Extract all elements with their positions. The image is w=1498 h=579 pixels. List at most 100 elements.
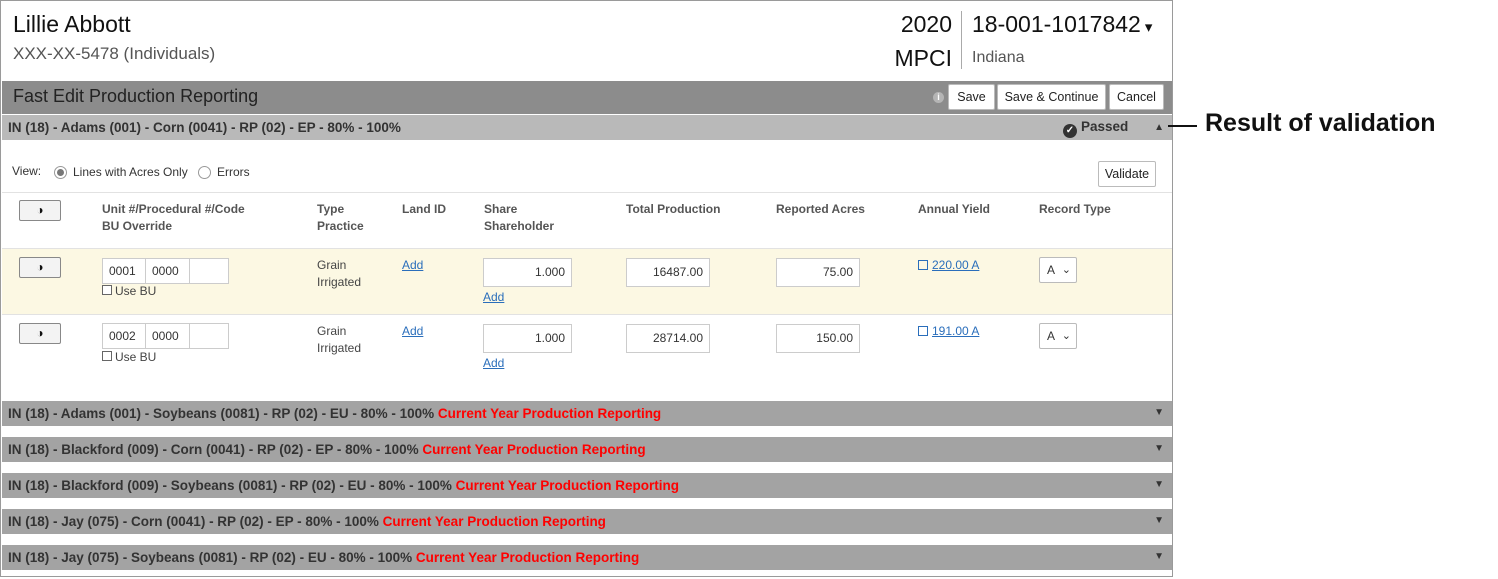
chevron-up-icon[interactable]: ▲ [1154, 122, 1164, 133]
type-value: Grain [317, 324, 347, 338]
col-unit: Unit #/Procedural #/Code BU Override [102, 201, 245, 235]
segment-header[interactable]: IN (18) - Blackford (009) - Corn (0041) … [2, 437, 1172, 462]
unit-input[interactable]: 0002 [102, 323, 146, 349]
policy-number: 18-001-1017842 [972, 11, 1141, 37]
chevron-down-icon[interactable]: ▼ [1154, 551, 1164, 562]
use-bu-label: Use BU [115, 350, 157, 364]
segment-status: Current Year Production Reporting [382, 514, 606, 529]
record-type-value: A [1047, 329, 1056, 343]
toggle-all-icon[interactable]: ◑ [19, 200, 61, 221]
land-id-add-link[interactable]: Add [402, 324, 423, 338]
segment-label: IN (18) - Blackford (009) - Soybeans (00… [8, 478, 679, 493]
code-input[interactable] [189, 323, 229, 349]
share-input[interactable]: 1.000 [483, 324, 572, 353]
shareholder-add-link[interactable]: Add [483, 290, 504, 304]
segment-status: Current Year Production Reporting [455, 478, 679, 493]
chevron-down-icon[interactable]: ▼ [1154, 515, 1164, 526]
segment-status: Current Year Production Reporting [415, 550, 640, 565]
col-total-production: Total Production [626, 202, 721, 216]
record-type-value: A [1047, 263, 1056, 277]
col-land-id: Land ID [402, 202, 446, 216]
col-record-type: Record Type [1039, 202, 1111, 216]
segment-label: IN (18) - Adams (001) - Soybeans (0081) … [8, 406, 661, 421]
page-title: Fast Edit Production Reporting [13, 86, 259, 106]
col-share-line2: Shareholder [484, 219, 555, 233]
segment-header[interactable]: IN (18) - Jay (075) - Corn (0041) - RP (… [2, 509, 1172, 534]
segment-header[interactable]: IN (18) - Adams (001) - Soybeans (0081) … [2, 401, 1172, 426]
col-reported-acres: Reported Acres [776, 202, 865, 216]
col-unit-line2: BU Override [102, 219, 173, 233]
radio-lines-with-acres[interactable] [54, 166, 67, 179]
segment-header-adams-corn[interactable]: IN (18) - Adams (001) - Corn (0041) - RP… [2, 115, 1172, 140]
col-type-line1: Type [317, 202, 345, 216]
share-input[interactable]: 1.000 [483, 258, 572, 287]
reported-acres-input[interactable]: 150.00 [776, 324, 860, 353]
row-toggle-icon[interactable]: ◑ [19, 257, 61, 278]
info-icon[interactable]: i [933, 92, 944, 103]
chevron-down-icon: ▾ [1144, 19, 1153, 36]
chevron-down-icon[interactable]: ▼ [1154, 479, 1164, 490]
expand-icon [918, 326, 928, 336]
annual-yield-value: 220.00 A [932, 258, 980, 272]
record-type-select[interactable]: A ⌄ [1039, 257, 1077, 283]
col-unit-line1: Unit #/Procedural #/Code [102, 202, 245, 216]
check-circle-icon: ✓ [1063, 124, 1077, 138]
procedural-input[interactable]: 0000 [145, 258, 190, 284]
unit-input[interactable]: 0001 [102, 258, 146, 284]
shareholder-add-link[interactable]: Add [483, 356, 504, 370]
segment-status: Current Year Production Reporting [437, 406, 662, 421]
expand-icon [918, 260, 928, 270]
annual-yield-link[interactable]: 220.00 A [918, 258, 979, 272]
segment-label-text: IN (18) - Blackford (009) - Corn (0041) … [8, 442, 419, 457]
row-toggle-icon[interactable]: ◑ [19, 323, 61, 344]
insured-ssn: XXX-XX-5478 (Individuals) [13, 44, 216, 63]
radio-errors-label: Errors [217, 165, 250, 179]
save-continue-button[interactable]: Save & Continue [997, 84, 1106, 110]
checkbox-icon[interactable] [102, 285, 112, 295]
radio-errors[interactable] [198, 166, 211, 179]
segment-label: IN (18) - Jay (075) - Soybeans (0081) - … [8, 550, 639, 565]
validation-status-text: Passed [1081, 119, 1129, 134]
cancel-button[interactable]: Cancel [1109, 84, 1164, 110]
validate-button[interactable]: Validate [1098, 161, 1156, 187]
code-input[interactable] [189, 258, 229, 284]
crop-year: 2020 [900, 11, 952, 37]
table-top-rule [2, 192, 1172, 193]
land-id-add-link[interactable]: Add [402, 258, 423, 272]
policy-header: Lillie Abbott XXX-XX-5478 (Individuals) … [1, 1, 1174, 81]
col-type-line2: Practice [317, 219, 364, 233]
policy-state: Indiana [972, 49, 1025, 66]
type-practice: Grain Irrigated [317, 257, 361, 291]
procedural-input[interactable]: 0000 [145, 323, 190, 349]
policy-number-dropdown[interactable]: 18-001-1017842 ▾ [972, 11, 1152, 38]
col-share-line1: Share [484, 202, 518, 216]
segment-label: IN (18) - Jay (075) - Corn (0041) - RP (… [8, 514, 606, 529]
row-rule [2, 314, 1172, 315]
view-label: View: [12, 164, 42, 178]
checkbox-icon[interactable] [102, 351, 112, 361]
header-divider [961, 11, 962, 69]
col-type: Type Practice [317, 201, 364, 235]
annual-yield-link[interactable]: 191.00 A [918, 324, 979, 338]
chevron-down-icon[interactable]: ▼ [1154, 407, 1164, 418]
segment-label-text: IN (18) - Blackford (009) - Soybeans (00… [8, 478, 452, 493]
callout-label: Result of validation [1205, 109, 1436, 137]
use-bu-checkbox[interactable]: Use BU [102, 283, 156, 300]
segment-status: Current Year Production Reporting [422, 442, 646, 457]
annual-yield-value: 191.00 A [932, 324, 980, 338]
total-production-input[interactable]: 16487.00 [626, 258, 710, 287]
reported-acres-input[interactable]: 75.00 [776, 258, 860, 287]
segment-label-text: IN (18) - Jay (075) - Soybeans (0081) - … [8, 550, 413, 565]
segment-label-text: IN (18) - Adams (001) - Soybeans (0081) … [8, 406, 435, 421]
record-type-select[interactable]: A ⌄ [1039, 323, 1077, 349]
save-button[interactable]: Save [948, 84, 995, 110]
type-value: Grain [317, 258, 347, 272]
practice-value: Irrigated [317, 275, 362, 289]
insured-name: Lillie Abbott [13, 11, 131, 37]
segment-header[interactable]: IN (18) - Blackford (009) - Soybeans (00… [2, 473, 1172, 498]
segment-header[interactable]: IN (18) - Jay (075) - Soybeans (0081) - … [2, 545, 1172, 570]
use-bu-checkbox[interactable]: Use BU [102, 349, 156, 366]
chevron-down-icon[interactable]: ▼ [1154, 443, 1164, 454]
validation-status: ✓ Passed [1063, 119, 1128, 138]
total-production-input[interactable]: 28714.00 [626, 324, 710, 353]
